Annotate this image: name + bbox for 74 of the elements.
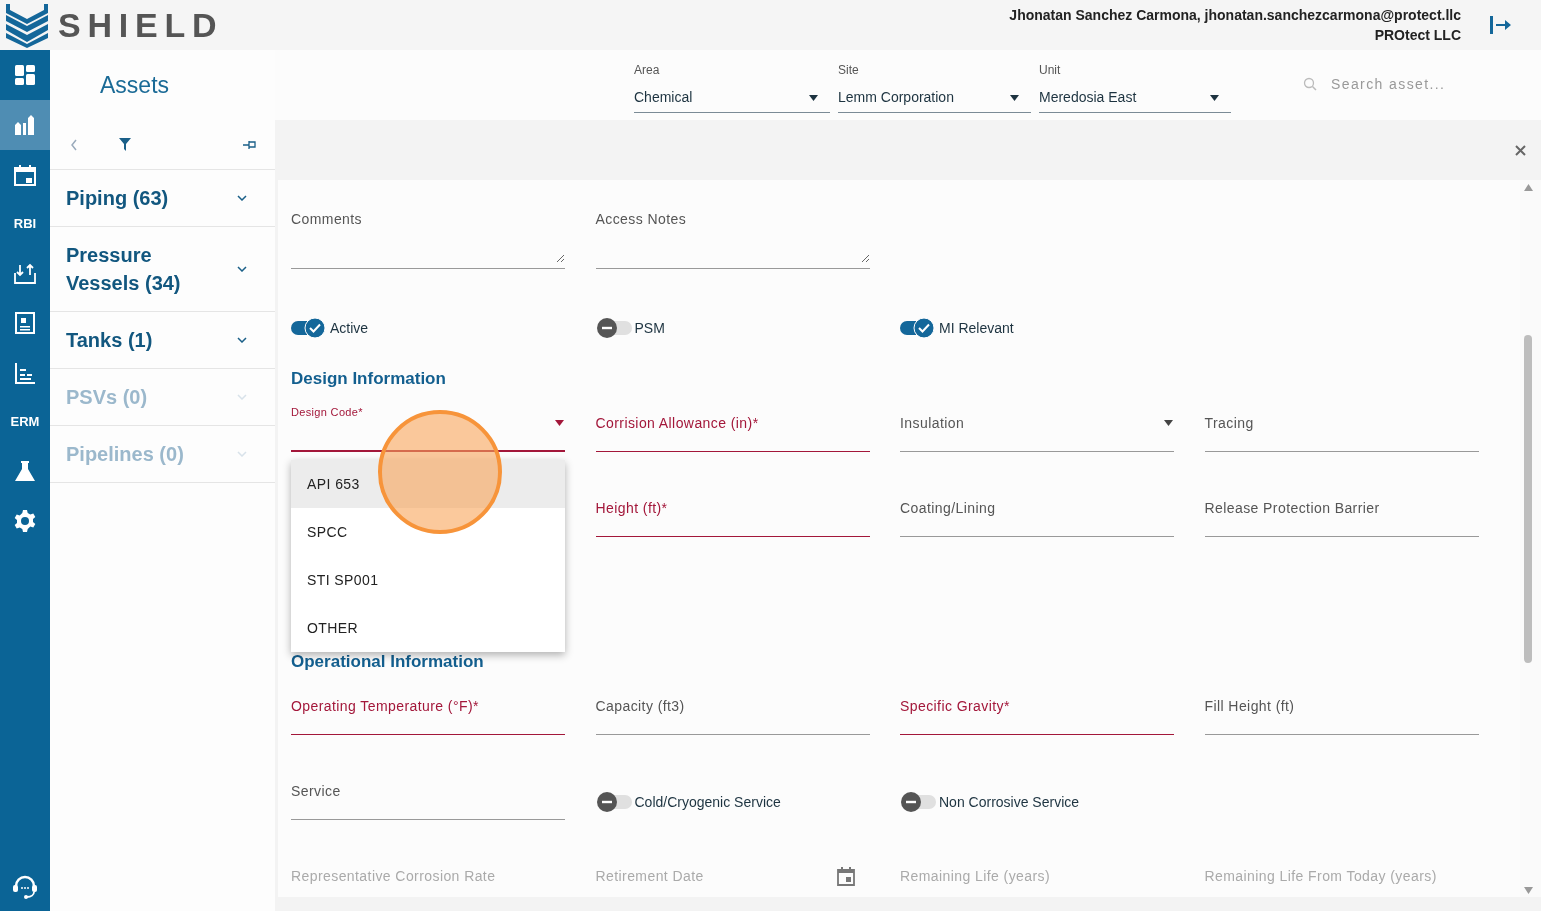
scrollbar-thumb[interactable] [1524, 335, 1532, 663]
resize-handle-icon[interactable] [557, 255, 564, 262]
text-area-field[interactable]: Comments [291, 200, 565, 269]
brand-name: SHIELD [58, 8, 224, 42]
input-field[interactable]: Capacity (ft3) [595, 682, 870, 735]
search-icon [1303, 77, 1317, 91]
toggle-switch[interactable] [900, 791, 936, 813]
input-field[interactable]: Corrision Allowance (in)* [595, 399, 870, 452]
toggle-label: Non Corrosive Service [939, 792, 1080, 812]
headset-icon[interactable] [12, 873, 38, 899]
report-icon [13, 311, 37, 335]
flask-icon [13, 459, 37, 483]
nav-item[interactable] [0, 100, 50, 150]
dropdown-arrow-icon [1210, 94, 1219, 101]
chevron-down-icon [237, 394, 247, 400]
dropdown-arrow-icon [809, 94, 818, 101]
toggle-switch[interactable] [291, 317, 327, 339]
field-label: Unit [1039, 62, 1062, 77]
menu-option[interactable]: API 653 [291, 460, 565, 508]
factory-icon [13, 113, 37, 137]
dropdown-field[interactable]: Insulation [900, 399, 1174, 452]
search-field[interactable]: Search asset... [1331, 73, 1501, 95]
menu-option[interactable]: STI SP001 [291, 556, 565, 604]
dropdown-field[interactable]: Meredosia East [1039, 83, 1231, 113]
menu-option[interactable]: OTHER [291, 604, 565, 652]
toggle-label: Cold/Cryogenic Service [634, 792, 781, 812]
section-label: ERM [10, 413, 40, 432]
input-field[interactable]: Tracing [1204, 399, 1479, 452]
chevron-down-icon [237, 451, 247, 457]
panel-title: Assets [100, 70, 170, 100]
dropdown-field[interactable]: Lemm Corporation [838, 83, 1031, 113]
scroll-down-icon[interactable] [1524, 887, 1533, 894]
close-icon[interactable] [1515, 144, 1526, 156]
chevron-down-icon [237, 266, 247, 272]
toggle-switch[interactable] [595, 317, 632, 339]
input-field[interactable]: Height (ft)* [595, 484, 870, 537]
resize-handle-icon[interactable] [861, 255, 869, 262]
dropdown-arrow-icon [1164, 420, 1173, 426]
chevron-down-icon [237, 195, 247, 201]
settings-icon [13, 509, 37, 533]
input-field[interactable]: Fill Height (ft) [1204, 682, 1479, 735]
dashboard-icon [13, 63, 37, 87]
toggle-label: Active [330, 318, 369, 338]
menu-option[interactable]: SPCC [291, 508, 565, 556]
section-heading: Design Information [291, 368, 446, 391]
field-label: Area [634, 62, 661, 77]
input-field[interactable]: Coating/Lining [900, 484, 1174, 537]
company-name: PROtect LLC [1374, 26, 1461, 45]
dropdown-field[interactable]: Design Code* [291, 399, 565, 452]
toggle-switch[interactable] [900, 317, 936, 339]
text-area-field[interactable]: Access Notes [595, 200, 870, 269]
scroll-up-icon[interactable] [1524, 184, 1533, 191]
dropdown-field[interactable]: Chemical [634, 83, 830, 113]
input-field[interactable]: Release Protection Barrier [1204, 484, 1479, 537]
input-field[interactable]: Operating Temperature (°F)* [291, 682, 565, 735]
toggle-label: PSM [634, 318, 665, 338]
toggle-label: MI Relevant [939, 318, 1014, 338]
chart-icon [13, 361, 37, 385]
section-label: RBI [13, 215, 37, 234]
calendar-icon [13, 163, 37, 187]
logout-icon[interactable] [1489, 14, 1511, 36]
input-field[interactable]: Service [291, 767, 565, 820]
field-label: Site [838, 62, 860, 77]
dropdown-arrow-icon [1010, 94, 1019, 101]
chevron-down-icon [237, 337, 247, 343]
toggle-switch[interactable] [595, 791, 632, 813]
input-field[interactable]: Specific Gravity* [900, 682, 1174, 735]
dropdown-arrow-icon [555, 420, 564, 426]
section-heading: Operational Information [291, 651, 484, 674]
user-name: Jhonatan Sanchez Carmona, jhonatan.sanchezcarmona@protect.llc [1009, 6, 1461, 25]
upload-icon [13, 261, 37, 285]
filter-icon[interactable] [119, 138, 131, 151]
shield-logo-icon [4, 2, 50, 48]
pin-icon[interactable] [243, 139, 256, 150]
